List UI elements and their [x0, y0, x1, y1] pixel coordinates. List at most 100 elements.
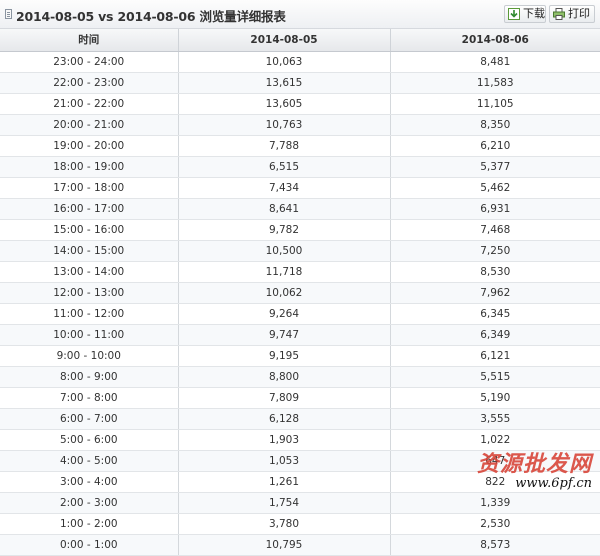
cell-value-date-2: 1,022 [390, 429, 600, 451]
table-row: 3:00 - 4:00 1,261 822 [0, 471, 600, 493]
cell-time-range: 8:00 - 9:00 [0, 366, 179, 388]
table-header-row: 时间 2014-08-05 2014-08-06 [0, 29, 600, 52]
download-button[interactable]: 下载 [504, 5, 546, 23]
table-row: 19:00 - 20:00 7,788 6,210 [0, 135, 600, 157]
cell-time-range: 21:00 - 22:00 [0, 93, 179, 115]
cell-time-range: 5:00 - 6:00 [0, 429, 179, 451]
table-row: 12:00 - 13:00 10,062 7,962 [0, 282, 600, 304]
table-row: 13:00 - 14:00 11,718 8,530 [0, 261, 600, 283]
table-row: 22:00 - 23:00 13,615 11,583 [0, 72, 600, 94]
table-row: 5:00 - 6:00 1,903 1,022 [0, 429, 600, 451]
cell-value-date-1: 7,788 [178, 135, 391, 157]
cell-time-range: 20:00 - 21:00 [0, 114, 179, 136]
cell-value-date-2: 7,250 [390, 240, 600, 262]
cell-value-date-2: 11,105 [390, 93, 600, 115]
cell-time-range: 12:00 - 13:00 [0, 282, 179, 304]
column-header-time[interactable]: 时间 [0, 29, 179, 52]
cell-value-date-1: 6,515 [178, 156, 391, 178]
document-icon [5, 9, 12, 19]
cell-value-date-2: 5,190 [390, 387, 600, 409]
table-row: 9:00 - 10:00 9,195 6,121 [0, 345, 600, 367]
cell-time-range: 9:00 - 10:00 [0, 345, 179, 367]
cell-value-date-2: 6,121 [390, 345, 600, 367]
cell-value-date-1: 10,795 [178, 534, 391, 556]
cell-value-date-2: 2,530 [390, 513, 600, 535]
cell-value-date-1: 8,800 [178, 366, 391, 388]
cell-value-date-1: 9,195 [178, 345, 391, 367]
table-row: 21:00 - 22:00 13,605 11,105 [0, 93, 600, 115]
cell-time-range: 3:00 - 4:00 [0, 471, 179, 493]
cell-value-date-2: 6,349 [390, 324, 600, 346]
cell-value-date-2: 6,931 [390, 198, 600, 220]
cell-value-date-2: 8,530 [390, 261, 600, 283]
cell-value-date-1: 10,062 [178, 282, 391, 304]
cell-value-date-1: 9,747 [178, 324, 391, 346]
table-row: 23:00 - 24:00 10,063 8,481 [0, 51, 600, 73]
cell-value-date-2: 647 [390, 450, 600, 472]
cell-time-range: 10:00 - 11:00 [0, 324, 179, 346]
cell-value-date-1: 9,264 [178, 303, 391, 325]
table-row: 0:00 - 1:00 10,795 8,573 [0, 534, 600, 556]
cell-time-range: 22:00 - 23:00 [0, 72, 179, 94]
cell-value-date-1: 10,063 [178, 51, 391, 73]
cell-value-date-2: 11,583 [390, 72, 600, 94]
table-row: 17:00 - 18:00 7,434 5,462 [0, 177, 600, 199]
cell-time-range: 0:00 - 1:00 [0, 534, 179, 556]
download-icon [508, 8, 520, 20]
cell-time-range: 13:00 - 14:00 [0, 261, 179, 283]
column-header-date-2[interactable]: 2014-08-06 [390, 29, 600, 52]
cell-time-range: 16:00 - 17:00 [0, 198, 179, 220]
column-header-date-1[interactable]: 2014-08-05 [178, 29, 391, 52]
cell-value-date-2: 6,345 [390, 303, 600, 325]
table-row: 4:00 - 5:00 1,053 647 [0, 450, 600, 472]
cell-value-date-1: 10,500 [178, 240, 391, 262]
cell-time-range: 17:00 - 18:00 [0, 177, 179, 199]
print-label: 打印 [568, 7, 590, 20]
cell-value-date-2: 5,515 [390, 366, 600, 388]
cell-value-date-1: 7,809 [178, 387, 391, 409]
cell-time-range: 19:00 - 20:00 [0, 135, 179, 157]
cell-value-date-1: 7,434 [178, 177, 391, 199]
table-body: 23:00 - 24:00 10,063 8,481 22:00 - 23:00 13,… [0, 51, 600, 556]
table-row: 6:00 - 7:00 6,128 3,555 [0, 408, 600, 430]
print-button[interactable]: 打印 [549, 5, 595, 23]
cell-value-date-2: 3,555 [390, 408, 600, 430]
report-header: 2014-08-05 vs 2014-08-06 浏览量详细报表 下载 打印 [0, 0, 600, 29]
cell-value-date-1: 8,641 [178, 198, 391, 220]
cell-value-date-1: 13,615 [178, 72, 391, 94]
cell-value-date-1: 13,605 [178, 93, 391, 115]
cell-value-date-1: 11,718 [178, 261, 391, 283]
table-row: 14:00 - 15:00 10,500 7,250 [0, 240, 600, 262]
cell-value-date-2: 7,468 [390, 219, 600, 241]
cell-time-range: 14:00 - 15:00 [0, 240, 179, 262]
table-row: 18:00 - 19:00 6,515 5,377 [0, 156, 600, 178]
cell-time-range: 4:00 - 5:00 [0, 450, 179, 472]
cell-value-date-2: 1,339 [390, 492, 600, 514]
cell-value-date-1: 1,261 [178, 471, 391, 493]
cell-value-date-1: 1,754 [178, 492, 391, 514]
cell-time-range: 18:00 - 19:00 [0, 156, 179, 178]
cell-value-date-1: 6,128 [178, 408, 391, 430]
cell-value-date-2: 7,962 [390, 282, 600, 304]
table-row: 15:00 - 16:00 9,782 7,468 [0, 219, 600, 241]
table-row: 1:00 - 2:00 3,780 2,530 [0, 513, 600, 535]
cell-time-range: 2:00 - 3:00 [0, 492, 179, 514]
cell-value-date-2: 8,573 [390, 534, 600, 556]
cell-time-range: 1:00 - 2:00 [0, 513, 179, 535]
cell-value-date-1: 10,763 [178, 114, 391, 136]
printer-icon [553, 8, 565, 20]
cell-value-date-1: 3,780 [178, 513, 391, 535]
pageview-report-table: 时间 2014-08-05 2014-08-06 23:00 - 24:00 10… [0, 29, 600, 556]
table-row: 11:00 - 12:00 9,264 6,345 [0, 303, 600, 325]
cell-value-date-1: 1,903 [178, 429, 391, 451]
table-row: 8:00 - 9:00 8,800 5,515 [0, 366, 600, 388]
table-row: 20:00 - 21:00 10,763 8,350 [0, 114, 600, 136]
table-row: 7:00 - 8:00 7,809 5,190 [0, 387, 600, 409]
table-row: 10:00 - 11:00 9,747 6,349 [0, 324, 600, 346]
cell-value-date-2: 6,210 [390, 135, 600, 157]
cell-time-range: 23:00 - 24:00 [0, 51, 179, 73]
cell-value-date-1: 1,053 [178, 450, 391, 472]
table-row: 16:00 - 17:00 8,641 6,931 [0, 198, 600, 220]
cell-value-date-2: 8,481 [390, 51, 600, 73]
cell-time-range: 15:00 - 16:00 [0, 219, 179, 241]
